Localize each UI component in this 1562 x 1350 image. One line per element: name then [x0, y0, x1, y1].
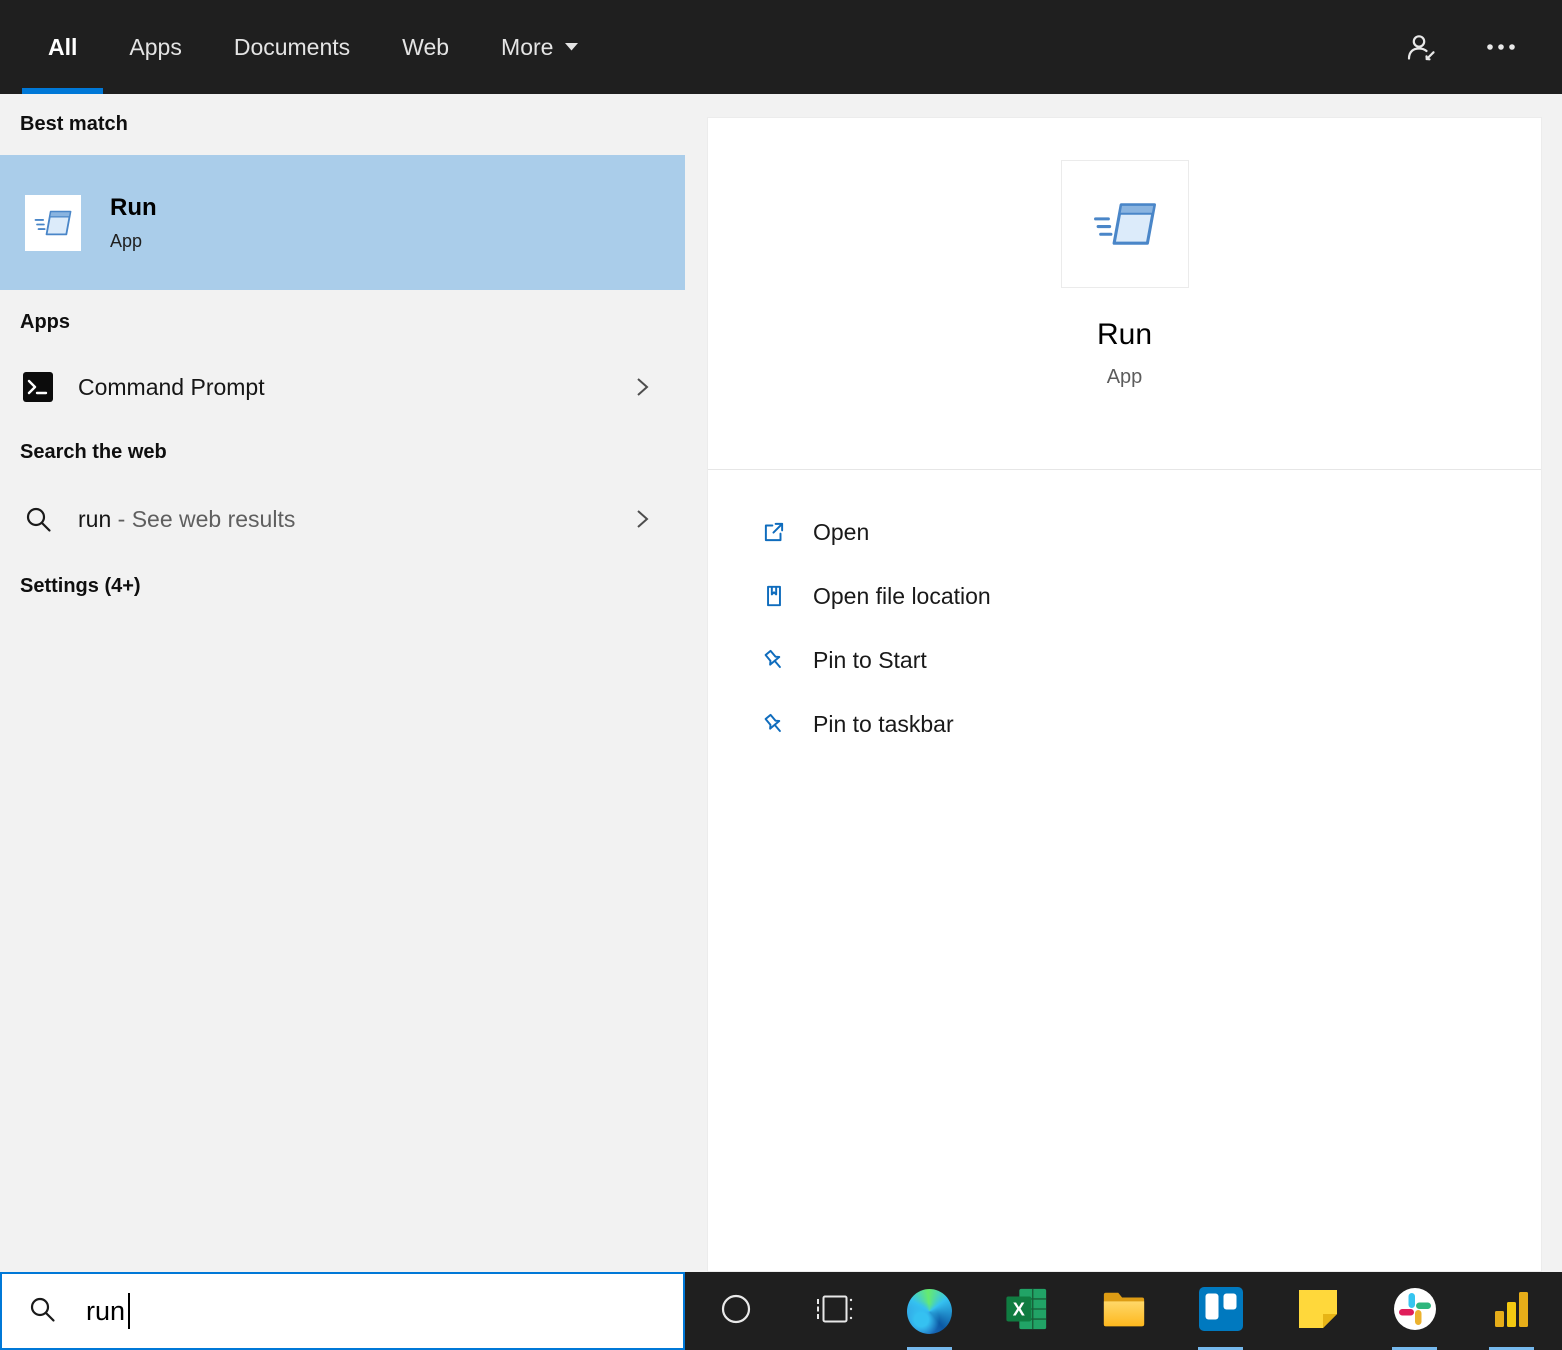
topbar-actions [1404, 0, 1562, 94]
best-match-title: Run [110, 193, 157, 221]
open-icon [761, 519, 787, 545]
command-prompt-icon [22, 372, 54, 402]
result-command-prompt[interactable]: Command Prompt [0, 354, 685, 420]
web-query: run [78, 505, 112, 532]
preview-subtitle: App [1106, 366, 1143, 388]
run-app-icon-large [1060, 160, 1189, 288]
preview-panel-background: Run App Open Open file location Pin to S… [685, 94, 1562, 1272]
file-explorer-icon [1101, 1286, 1147, 1337]
search-topbar: All Apps Documents Web More [0, 0, 1562, 94]
sticky-notes-icon [1297, 1288, 1339, 1335]
action-pin-to-start[interactable]: Pin to Start [708, 628, 1541, 692]
taskbar-sticky-notes-button[interactable] [1269, 1272, 1366, 1350]
preview-pane: Run App Open Open file location Pin to S… [707, 117, 1542, 1272]
best-match-subtitle: App [110, 230, 143, 251]
result-label: Command Prompt [78, 373, 265, 400]
slack-icon [1393, 1287, 1437, 1336]
taskbar-task-view-button[interactable] [784, 1272, 881, 1350]
action-label: Open file location [813, 582, 991, 609]
ellipsis-icon[interactable] [1486, 43, 1516, 51]
cortana-icon [714, 1287, 758, 1336]
action-label: Pin to Start [813, 646, 927, 673]
taskbar-slack-button[interactable] [1366, 1272, 1463, 1350]
pin-icon [761, 711, 787, 737]
search-input[interactable]: run [0, 1272, 685, 1350]
section-header-apps: Apps [20, 310, 70, 333]
power-bi-icon [1490, 1287, 1534, 1336]
section-header-settings: Settings (4+) [20, 574, 141, 597]
preview-actions: Open Open file location Pin to Start Pin… [708, 470, 1541, 756]
preview-title: Run [1096, 318, 1153, 351]
excel-icon: X [1004, 1286, 1050, 1337]
chevron-right-icon[interactable] [636, 376, 649, 398]
pin-icon [761, 647, 787, 673]
tab-apps[interactable]: Apps [103, 0, 207, 94]
tab-all[interactable]: All [22, 0, 104, 94]
search-results-panel: Best match Run App Apps Command Prompt S… [0, 94, 685, 1272]
run-app-icon [25, 194, 81, 251]
search-icon [28, 1295, 56, 1328]
taskbar-power-bi-button[interactable] [1463, 1272, 1560, 1350]
taskbar-excel-button[interactable]: X [978, 1272, 1075, 1350]
taskbar-edge-button[interactable] [881, 1272, 978, 1350]
action-open[interactable]: Open [708, 500, 1541, 564]
tab-web[interactable]: Web [376, 0, 475, 94]
chevron-right-icon[interactable] [636, 508, 649, 530]
tab-documents[interactable]: Documents [208, 0, 376, 94]
taskbar-cortana-button[interactable] [687, 1272, 784, 1350]
edge-icon [907, 1288, 952, 1334]
text-caret [128, 1293, 131, 1329]
trello-icon [1198, 1286, 1243, 1336]
taskbar-trello-button[interactable] [1172, 1272, 1269, 1350]
web-suffix: - See web results [117, 505, 296, 532]
tab-more[interactable]: More [475, 0, 604, 94]
search-text: run [86, 1295, 126, 1326]
taskbar: X [685, 1272, 1562, 1350]
search-icon [22, 505, 54, 533]
account-icon[interactable] [1404, 30, 1438, 64]
preview-header: Run App [708, 118, 1541, 470]
action-label: Open [813, 518, 870, 545]
action-open-file-location[interactable]: Open file location [708, 564, 1541, 628]
action-pin-to-taskbar[interactable]: Pin to taskbar [708, 692, 1541, 756]
search-filter-tabs: All Apps Documents Web More [22, 0, 604, 94]
section-header-search-the-web: Search the web [20, 440, 167, 463]
svg-text:X: X [1012, 1299, 1024, 1319]
task-view-icon [811, 1287, 855, 1336]
result-web-search[interactable]: run - See web results [0, 484, 685, 554]
action-label: Pin to taskbar [813, 710, 954, 737]
section-header-best-match: Best match [20, 113, 128, 135]
open-file-location-icon [761, 583, 787, 609]
taskbar-file-explorer-button[interactable] [1075, 1272, 1172, 1350]
best-match-result-run[interactable]: Run App [0, 155, 685, 290]
chevron-down-icon [565, 43, 579, 51]
